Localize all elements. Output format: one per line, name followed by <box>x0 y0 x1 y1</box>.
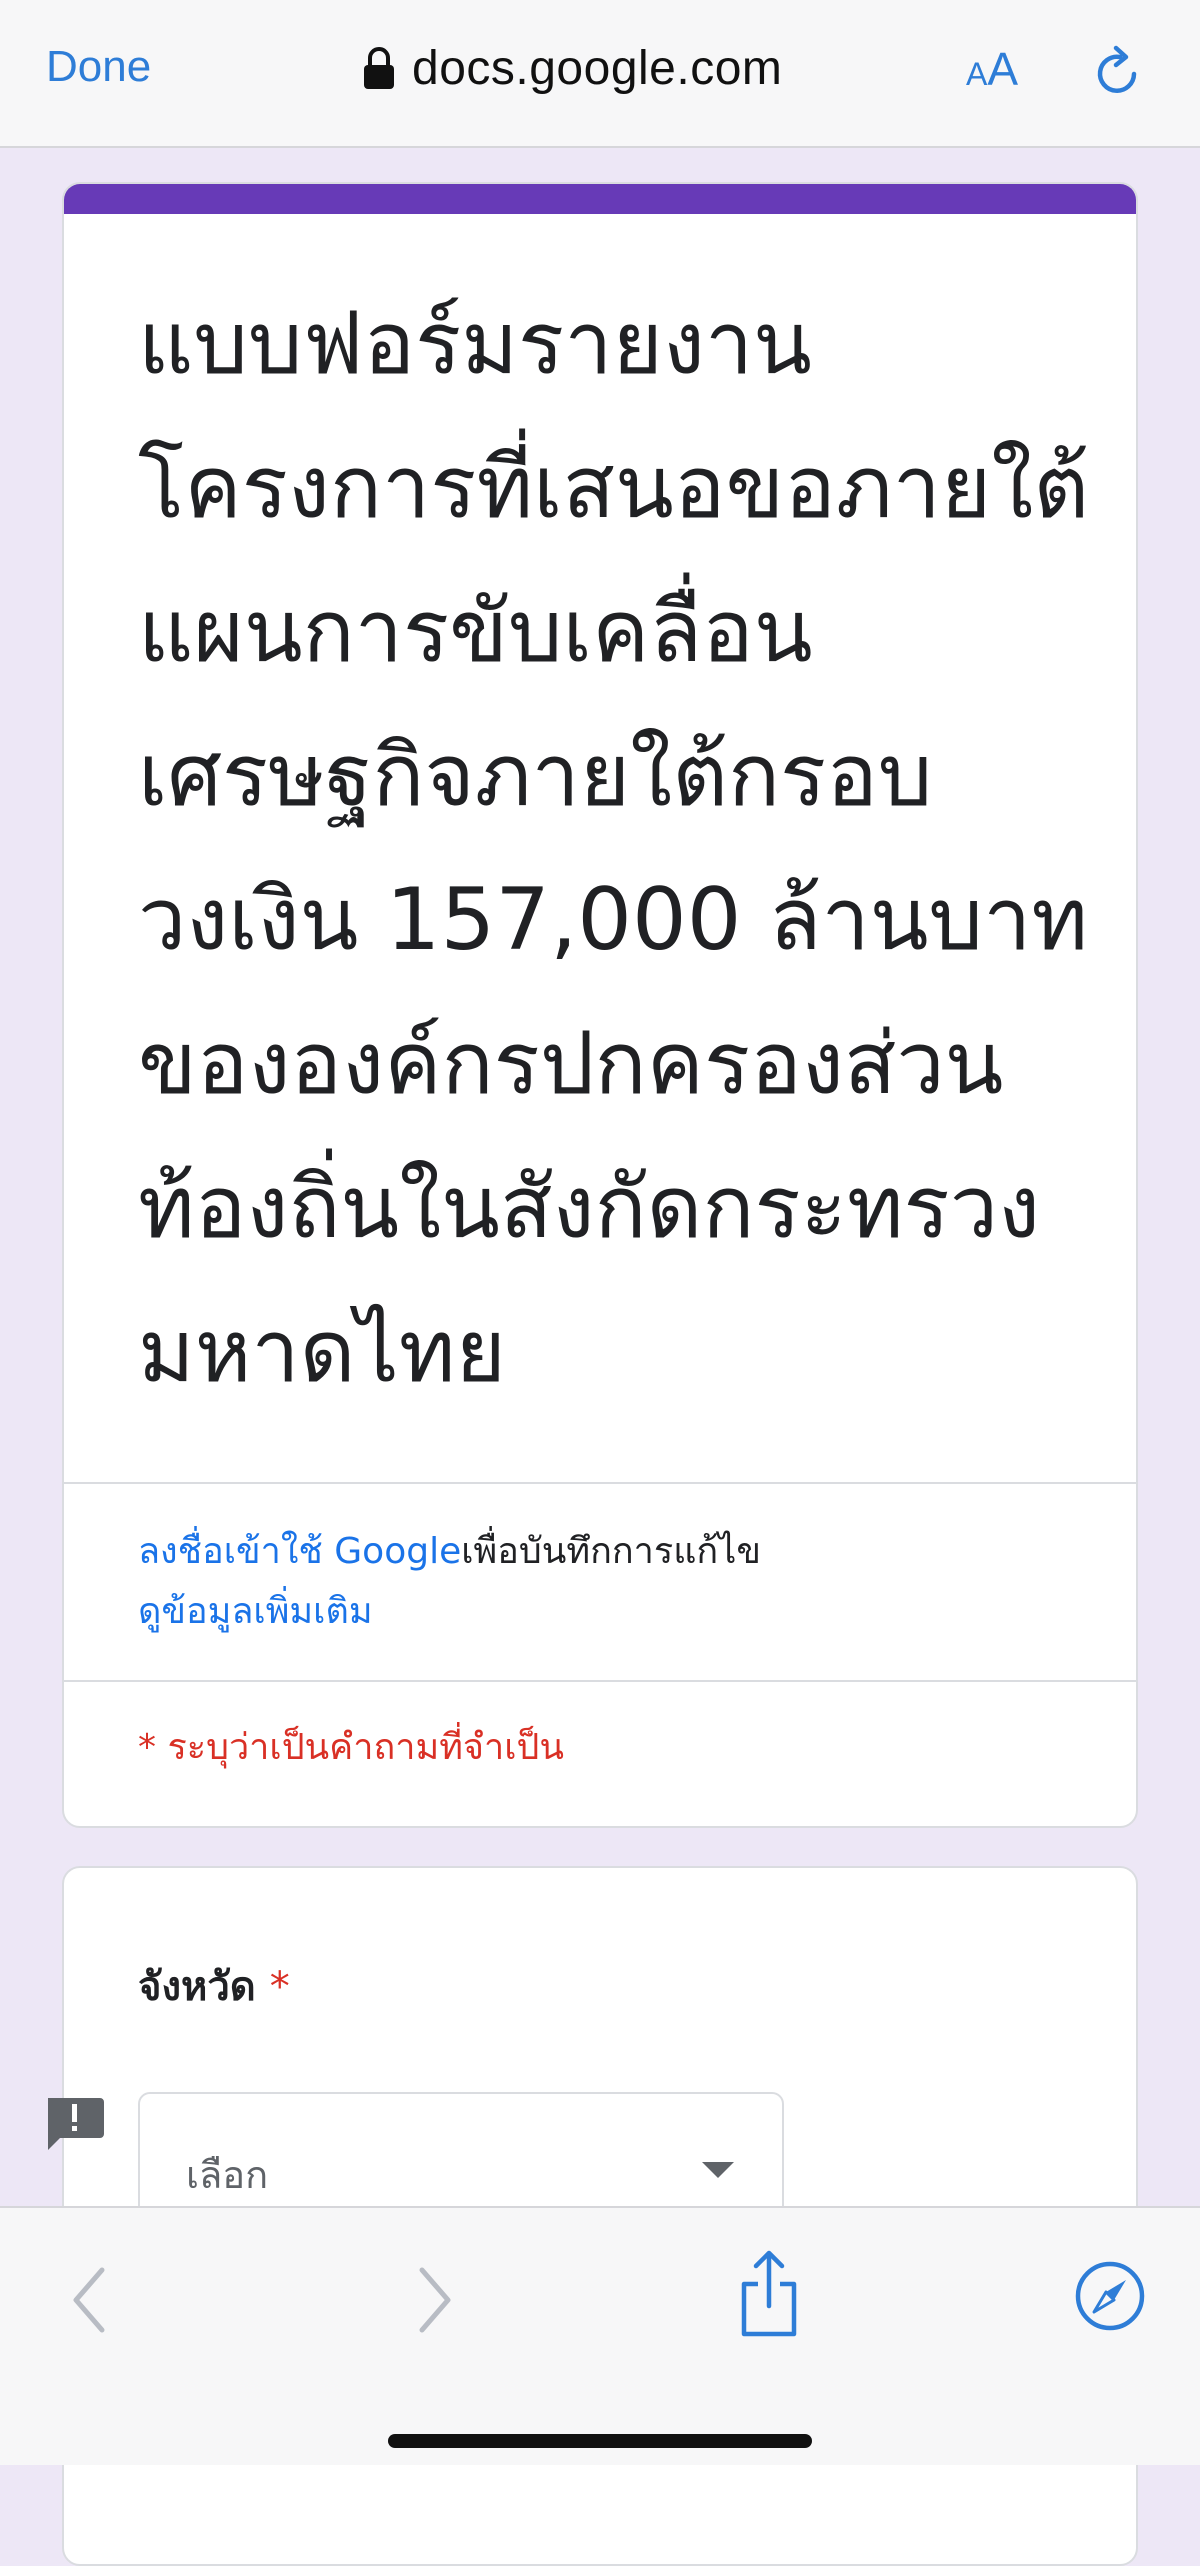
share-icon[interactable] <box>734 2248 804 2340</box>
form-header-card: แบบฟอร์มรายงานโครงการที่เสนอขอภายใต้แผนก… <box>62 182 1138 1828</box>
dropdown-caret-icon <box>702 2162 734 2178</box>
compass-icon[interactable] <box>1074 2260 1146 2332</box>
required-note: * ระบุว่าเป็นคำถามที่จำเป็น <box>138 1727 565 1768</box>
more-info-link[interactable]: ดูข้อมูลเพิ่มเติม <box>138 1582 373 1639</box>
header-divider <box>64 1482 1136 1484</box>
form-accent-bar <box>64 184 1136 214</box>
browser-bottom-toolbar <box>0 2206 1200 2465</box>
question-label: จังหวัด <box>138 1964 256 2010</box>
signin-notice: ลงชื่อเข้าใช้ Googleเพื่อบันทึกการแก้ไข <box>138 1522 761 1579</box>
question-title: จังหวัด * <box>138 1954 290 2018</box>
done-button[interactable]: Done <box>46 42 151 92</box>
report-problem-icon[interactable] <box>42 2090 106 2154</box>
required-asterisk: * <box>269 1964 290 2010</box>
text-size-button[interactable]: AA <box>966 42 1018 96</box>
chevron-left-icon[interactable] <box>64 2260 114 2340</box>
reload-icon[interactable] <box>1090 44 1146 100</box>
required-divider <box>64 1680 1136 1682</box>
lock-icon <box>364 47 394 89</box>
signin-link[interactable]: ลงชื่อเข้าใช้ Google <box>138 1531 461 1572</box>
chevron-right-icon[interactable] <box>410 2260 460 2340</box>
url-text: docs.google.com <box>412 41 783 95</box>
text-size-small-a: A <box>966 56 988 92</box>
home-indicator <box>388 2434 812 2448</box>
browser-top-bar: Done docs.google.com AA <box>0 0 1200 148</box>
text-size-large-a: A <box>987 43 1019 95</box>
signin-suffix: เพื่อบันทึกการแก้ไข <box>461 1531 761 1572</box>
dropdown-selected-value: เลือก <box>186 2153 269 2197</box>
form-title: แบบฟอร์มรายงานโครงการที่เสนอขอภายใต้แผนก… <box>138 294 1090 1402</box>
address-bar[interactable]: docs.google.com <box>362 38 782 98</box>
